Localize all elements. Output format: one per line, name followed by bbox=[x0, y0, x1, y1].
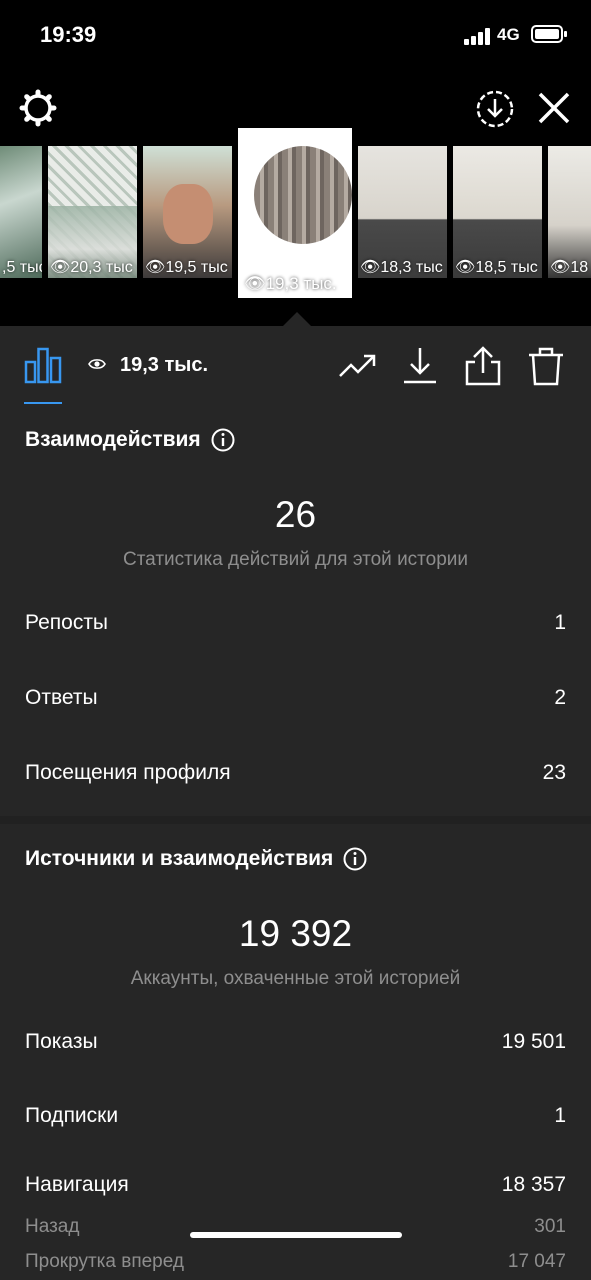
thumbnail-views: ,5 тыс bbox=[2, 259, 42, 276]
stat-label: Прокрутка вперед bbox=[25, 1251, 184, 1272]
bar-chart-icon[interactable] bbox=[24, 346, 62, 384]
share-icon[interactable] bbox=[463, 346, 503, 386]
stat-value: 1 bbox=[554, 1104, 566, 1127]
stat-label: Показы bbox=[25, 1030, 98, 1053]
discovery-title: Источники и взаимодействия bbox=[25, 847, 334, 870]
selected-pointer bbox=[283, 312, 311, 326]
gear-icon[interactable] bbox=[18, 88, 58, 128]
discovery-heading: Источники и взаимодействия bbox=[25, 847, 367, 871]
story-thumbnail[interactable]: 👁18,3 тыс bbox=[358, 146, 447, 278]
download-icon[interactable] bbox=[400, 346, 440, 386]
stat-row: Посещения профиля 23 bbox=[25, 761, 566, 785]
stat-row: Показы 19 501 bbox=[25, 1030, 566, 1054]
info-icon[interactable] bbox=[211, 428, 235, 452]
stat-value: 2 bbox=[554, 686, 566, 709]
views-count: 19,3 тыс. bbox=[120, 354, 209, 376]
story-thumbnails: ,5 тыс 👁20,3 тыс 👁19,5 тыс 👁19,3 тыс. 👁1… bbox=[0, 128, 591, 298]
stat-row: Навигация 18 357 bbox=[25, 1173, 566, 1197]
eye-icon bbox=[88, 359, 106, 369]
stat-label: Репосты bbox=[25, 611, 109, 634]
interactions-total: 26 bbox=[274, 494, 317, 535]
status-bar: 19:39 4G bbox=[0, 0, 591, 72]
thumbnail-views: 👁20,3 тыс bbox=[50, 259, 133, 276]
close-icon[interactable] bbox=[534, 88, 574, 128]
thumbnail-views-value: 19,5 тыс bbox=[165, 259, 228, 276]
story-thumbnail[interactable]: 👁18 bbox=[548, 146, 591, 278]
stat-value: 23 bbox=[542, 761, 566, 784]
network-type: 4G bbox=[497, 25, 520, 44]
insights-panel: 19,3 тыс. Взаимодействия 26 Статистика д… bbox=[0, 326, 591, 1280]
stat-label: Ответы bbox=[25, 686, 98, 709]
story-thumbnail[interactable]: 👁19,5 тыс bbox=[143, 146, 232, 278]
stat-label: Навигация bbox=[25, 1173, 129, 1196]
stat-row: Ответы 2 bbox=[25, 686, 566, 710]
stat-label: Посещения профиля bbox=[25, 761, 231, 784]
thumbnail-views: 👁18 bbox=[550, 259, 589, 276]
thumbnail-views-value: 19,3 тыс. bbox=[265, 274, 337, 293]
trash-icon[interactable] bbox=[526, 346, 566, 386]
insights-toolbar: 19,3 тыс. bbox=[0, 326, 591, 406]
story-thumbnail[interactable]: ,5 тыс bbox=[0, 146, 42, 278]
circle-download-icon[interactable] bbox=[474, 88, 516, 130]
thumbnail-views: 👁18,5 тыс bbox=[455, 259, 538, 276]
thumbnail-views-value: 18,5 тыс bbox=[475, 259, 538, 276]
story-photo bbox=[254, 146, 352, 244]
stat-label: Подписки bbox=[25, 1104, 119, 1127]
stat-value: 1 bbox=[554, 611, 566, 634]
thumbnail-views: 👁18,3 тыс bbox=[360, 259, 443, 276]
battery-icon bbox=[531, 25, 567, 43]
thumbnail-views: 👁19,5 тыс bbox=[145, 259, 228, 276]
story-thumbnail-selected[interactable]: 👁19,3 тыс. bbox=[238, 128, 352, 298]
stat-value: 17 047 bbox=[507, 1251, 566, 1272]
trend-up-icon[interactable] bbox=[338, 346, 378, 386]
stat-row: Репосты 1 bbox=[25, 611, 566, 635]
stat-value: 301 bbox=[534, 1216, 566, 1237]
interactions-heading: Взаимодействия bbox=[25, 428, 235, 452]
stat-value: 19 501 bbox=[501, 1030, 566, 1053]
interactions-title: Взаимодействия bbox=[25, 428, 201, 451]
signal-icon bbox=[464, 27, 492, 45]
stat-subrow: Прокрутка вперед 17 047 bbox=[25, 1251, 566, 1273]
status-time: 19:39 bbox=[40, 22, 97, 47]
thumbnail-views: 👁19,3 тыс. bbox=[244, 274, 337, 293]
section-divider bbox=[0, 816, 591, 824]
thumbnail-views-value: 20,3 тыс bbox=[70, 259, 133, 276]
thumbnail-views-value: 18 bbox=[570, 259, 589, 276]
stat-label: Назад bbox=[25, 1216, 80, 1237]
info-icon[interactable] bbox=[343, 847, 367, 871]
story-thumbnail[interactable]: 👁20,3 тыс bbox=[48, 146, 137, 278]
discovery-caption: Аккаунты, охваченные этой историей bbox=[130, 968, 461, 989]
home-indicator bbox=[190, 1232, 402, 1238]
stat-row: Подписки 1 bbox=[25, 1104, 566, 1128]
interactions-caption: Статистика действий для этой истории bbox=[122, 549, 469, 570]
active-tab-indicator bbox=[24, 402, 62, 404]
thumbnail-views-value: 18,3 тыс bbox=[380, 259, 443, 276]
stat-value: 18 357 bbox=[501, 1173, 566, 1196]
discovery-total: 19 392 bbox=[238, 913, 353, 954]
story-thumbnail[interactable]: 👁18,5 тыс bbox=[453, 146, 542, 278]
